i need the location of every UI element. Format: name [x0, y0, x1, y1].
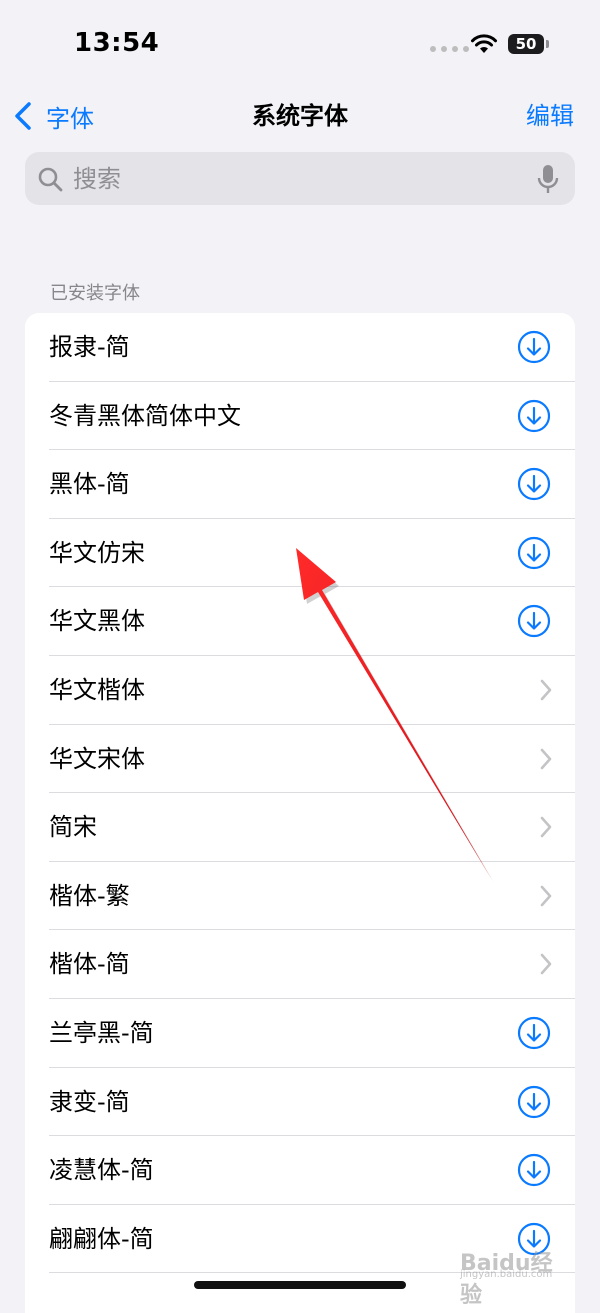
font-name: 冬青黑体简体中文	[49, 401, 241, 430]
font-row[interactable]: 隶变-简	[25, 1068, 575, 1137]
back-label: 字体	[46, 104, 94, 133]
font-name: 隶变-简	[49, 1087, 130, 1116]
download-icon[interactable]	[517, 467, 551, 501]
font-name: 华文仿宋	[49, 538, 145, 567]
download-icon[interactable]	[517, 330, 551, 364]
download-icon[interactable]	[517, 604, 551, 638]
font-name: 简宋	[49, 813, 97, 842]
font-name: 楷体-繁	[49, 881, 130, 910]
download-icon[interactable]	[517, 1153, 551, 1187]
font-name: 黑体-简	[49, 470, 130, 499]
search-icon	[38, 167, 63, 191]
search-input[interactable]	[73, 164, 513, 193]
font-row[interactable]: 翩翩体-简	[25, 1205, 575, 1274]
microphone-icon[interactable]	[537, 164, 559, 194]
home-indicator[interactable]	[194, 1281, 406, 1289]
font-row[interactable]: 黑体-简	[25, 450, 575, 519]
section-header-installed-fonts: 已安装字体	[50, 283, 140, 304]
font-name: 兰亭黑-简	[49, 1018, 154, 1047]
chevron-right-icon	[540, 954, 552, 975]
font-name: 华文楷体	[49, 675, 145, 704]
edit-button[interactable]: 编辑	[526, 98, 574, 134]
status-time: 13:54	[74, 28, 160, 58]
battery-cap	[546, 40, 549, 48]
chevron-right-icon	[540, 885, 552, 907]
font-row[interactable]: 楷体-繁	[25, 862, 575, 931]
download-icon[interactable]	[517, 536, 551, 570]
chevron-left-icon	[15, 102, 31, 130]
font-row[interactable]: 华文仿宋	[25, 519, 575, 588]
font-row[interactable]: 简宋	[25, 793, 575, 862]
font-row[interactable]: 楷体-简	[25, 930, 575, 999]
cellular-signal-icon	[430, 46, 469, 52]
download-icon[interactable]	[517, 1085, 551, 1119]
font-name: 凌慧体-简	[49, 1156, 154, 1185]
font-name: 报隶-简	[49, 333, 130, 361]
wifi-icon	[471, 34, 497, 53]
battery-icon: 50	[508, 34, 544, 54]
font-row[interactable]: 冬青黑体简体中文	[25, 382, 575, 451]
chevron-right-icon	[540, 679, 552, 701]
font-row[interactable]: 华文宋体	[25, 725, 575, 794]
download-icon[interactable]	[517, 1222, 551, 1256]
font-name: 华文黑体	[49, 607, 145, 636]
font-row[interactable]: 兰亭黑-简	[25, 999, 575, 1068]
download-icon[interactable]	[517, 399, 551, 433]
font-name: 翩翩体-简	[49, 1224, 154, 1253]
font-row[interactable]: 华文楷体	[25, 656, 575, 725]
font-list: 报隶-简冬青黑体简体中文 黑体-简华文仿宋华文黑体华文楷体华文宋体简宋楷体-繁楷体…	[25, 313, 575, 1313]
back-button[interactable]: 字体	[12, 98, 94, 134]
download-icon[interactable]	[517, 1016, 551, 1050]
font-name: 楷体-简	[49, 950, 130, 979]
status-bar: 13:54 50	[0, 0, 600, 90]
font-name: 华文宋体	[49, 744, 145, 773]
font-row[interactable]: 凌慧体-简	[25, 1136, 575, 1205]
font-row[interactable]: 报隶-简	[25, 313, 575, 382]
chevron-right-icon	[540, 816, 552, 838]
search-bar[interactable]	[25, 152, 575, 205]
chevron-right-icon	[540, 748, 552, 769]
font-row[interactable]: 华文黑体	[25, 587, 575, 656]
